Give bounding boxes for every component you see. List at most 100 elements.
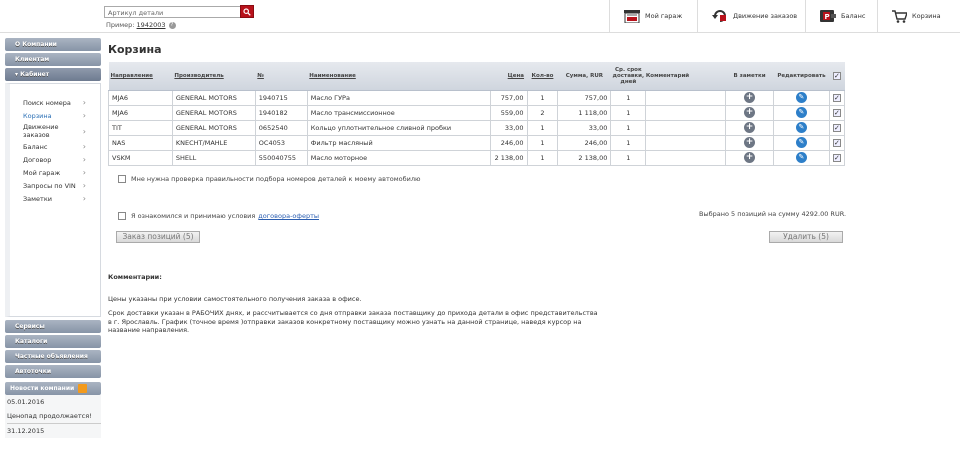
cell-comment[interactable] — [645, 119, 727, 136]
add-note-icon[interactable]: + — [744, 107, 756, 118]
sidebar-item-contract[interactable]: Договор › — [10, 153, 100, 166]
comments-title: Комментарии: — [108, 273, 162, 281]
chevron-right-icon: › — [82, 111, 86, 120]
select-all-checkbox[interactable]: ✓ — [832, 71, 841, 80]
cell-direction[interactable]: VSKM — [108, 149, 173, 166]
table-header-row: Направление Производитель № Наименование… — [108, 62, 845, 91]
chevron-right-icon: › — [82, 142, 86, 151]
sidebar-item-vin-requests[interactable]: Запросы по VIN › — [10, 179, 100, 192]
cell-select: ✓ — [828, 119, 846, 136]
cell-add-note: + — [725, 89, 774, 106]
table-row: MJA6 GENERAL MOTORS 1940182 Масло трансмисс… — [108, 104, 846, 121]
sidebar-section-autopoints[interactable]: Автоточки — [5, 365, 101, 378]
col-price[interactable]: Цена — [490, 62, 528, 91]
news-title[interactable]: Ценопад продолжается! — [7, 409, 101, 423]
cell-qty: 1 — [526, 89, 559, 106]
col-name[interactable]: Наименование — [307, 62, 491, 91]
comment-paragraph: Цены указаны при условии самостоятельног… — [108, 294, 362, 303]
nav-cart[interactable]: Корзина — [877, 0, 960, 32]
sidebar-item-notes[interactable]: Заметки › — [10, 192, 100, 205]
order-positions-button[interactable]: Заказ позиций (5) — [116, 231, 200, 243]
col-qty[interactable]: Кол-во — [527, 62, 558, 91]
nav-order-movement[interactable]: Движение заказов — [697, 0, 805, 32]
add-note-icon[interactable]: + — [744, 92, 756, 103]
row-select-checkbox[interactable]: ✓ — [832, 123, 841, 132]
nav-my-garage[interactable]: Мой гараж — [609, 0, 697, 32]
add-note-icon[interactable]: + — [744, 122, 756, 133]
edit-pencil-icon[interactable]: ✎ — [795, 107, 807, 118]
col-delivery-days: Ср. срок доставки, дней — [610, 62, 646, 91]
edit-pencil-icon[interactable]: ✎ — [795, 152, 807, 163]
cell-comment[interactable] — [645, 134, 727, 151]
search-button[interactable] — [240, 5, 254, 18]
row-select-checkbox[interactable]: ✓ — [832, 93, 841, 102]
wallet-icon: P — [820, 10, 836, 22]
cell-number: OC4053 — [254, 134, 308, 151]
delete-button[interactable]: Удалить (5) — [769, 231, 843, 243]
row-select-checkbox[interactable]: ✓ — [832, 108, 841, 117]
news-list: 05.01.2016 Ценопад продолжается! 31.12.2… — [5, 395, 101, 438]
verify-check-line: Мне нужна проверка правильности подбора … — [118, 175, 420, 183]
verify-checkbox[interactable] — [118, 175, 126, 183]
offer-contract-link[interactable]: договора-оферты — [258, 212, 319, 220]
part-search-input[interactable]: Артикул детали — [104, 6, 241, 18]
cell-price: 246,00 — [489, 134, 528, 151]
sidebar-section-private-ads[interactable]: Частные объявления — [5, 350, 101, 363]
col-select-all[interactable]: ✓ — [829, 62, 845, 91]
edit-pencil-icon[interactable]: ✎ — [795, 122, 807, 133]
sidebar-item-search-number[interactable]: Поиск номера › — [10, 96, 100, 109]
cell-direction[interactable]: MJA6 — [108, 104, 173, 121]
cart-icon — [892, 9, 907, 23]
agree-checkbox[interactable] — [118, 212, 126, 220]
row-select-checkbox[interactable]: ✓ — [832, 153, 841, 162]
cell-add-note: + — [725, 149, 774, 166]
nav-balance[interactable]: P Баланс — [805, 0, 877, 32]
add-note-icon[interactable]: + — [744, 152, 756, 163]
cell-delivery-days: 1 — [610, 104, 647, 121]
cell-maker: GENERAL MOTORS — [171, 104, 256, 121]
cell-edit: ✎ — [772, 119, 830, 136]
sidebar-section-services[interactable]: Сервисы — [5, 320, 101, 333]
sidebar-item-balance[interactable]: Баланс › — [10, 140, 100, 153]
cell-direction[interactable]: TIT — [108, 119, 173, 136]
sidebar-item-cart[interactable]: Корзина › — [10, 109, 100, 122]
cell-direction[interactable]: NAS — [108, 134, 173, 151]
cell-price: 559,00 — [489, 104, 528, 121]
cell-comment[interactable] — [645, 149, 727, 166]
cell-sum: 246,00 — [557, 134, 612, 151]
sidebar-section-clients[interactable]: Клиентам — [5, 53, 101, 66]
sidebar-item-my-garage[interactable]: Мой гараж › — [10, 166, 100, 179]
row-select-checkbox[interactable]: ✓ — [832, 138, 841, 147]
cell-name: Фильтр масляный — [306, 134, 491, 151]
sidebar-item-order-movement[interactable]: Движение заказов › — [10, 122, 100, 140]
company-news-header[interactable]: Новости компании — [5, 382, 101, 395]
sidebar-section-cabinet[interactable]: ▾ Кабинет — [5, 68, 101, 81]
cell-sum: 2 138,00 — [557, 149, 612, 166]
example-link[interactable]: 1942003 — [137, 21, 166, 29]
cell-name: Масло трансмиссионное — [306, 104, 491, 121]
cell-delivery-days: 1 — [610, 134, 647, 151]
col-direction[interactable]: Направление — [108, 62, 173, 91]
sidebar-section-company[interactable]: О Компании — [5, 38, 101, 51]
sidebar: О Компании Клиентам ▾ Кабинет Поиск номе… — [5, 38, 101, 438]
chevron-right-icon: › — [82, 168, 86, 177]
cell-comment[interactable] — [645, 89, 727, 106]
search-icon — [243, 7, 251, 16]
cell-maker: GENERAL MOTORS — [171, 89, 256, 106]
edit-pencil-icon[interactable]: ✎ — [795, 137, 807, 148]
col-maker[interactable]: Производитель — [172, 62, 256, 91]
rss-icon[interactable] — [78, 384, 88, 393]
cell-number: 1940715 — [254, 89, 308, 106]
cell-comment[interactable] — [645, 104, 727, 121]
chevron-right-icon: › — [82, 194, 86, 203]
cell-name: Кольцо уплотнительное сливной пробки — [306, 119, 491, 136]
cell-number: 550040755 — [254, 149, 308, 166]
edit-pencil-icon[interactable]: ✎ — [795, 92, 807, 103]
add-note-icon[interactable]: + — [744, 137, 756, 148]
sidebar-section-catalogs[interactable]: Каталоги — [5, 335, 101, 348]
cell-qty: 1 — [526, 134, 559, 151]
help-icon[interactable]: ? — [168, 21, 176, 29]
cell-direction[interactable]: MJA6 — [108, 89, 173, 106]
svg-text:P: P — [825, 13, 830, 21]
col-number[interactable]: № — [255, 62, 308, 91]
